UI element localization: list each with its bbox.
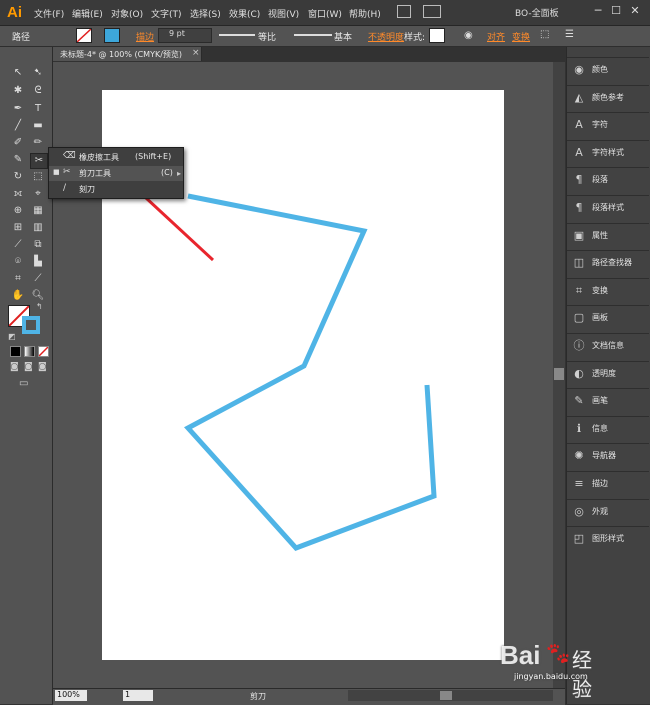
flyout-item-label: 刻刀 <box>79 185 95 194</box>
panel-separator <box>567 333 649 334</box>
panel-separator <box>567 416 649 417</box>
knife-icon: ∕ <box>63 183 67 193</box>
character-icon: A <box>575 118 583 131</box>
paw-icon: 🐾︎ <box>544 642 572 667</box>
panel-item-label: 外观 <box>592 507 608 516</box>
panel-item-label: 描边 <box>592 479 608 488</box>
zigzag-path[interactable] <box>184 193 437 551</box>
character-style-icon: A <box>575 146 583 159</box>
zoom-field[interactable]: 100% <box>55 690 87 701</box>
watermark-url: jingyan.baidu.com <box>514 672 588 681</box>
pathfinder-icon: ◫ <box>573 256 585 269</box>
panel-item-label: 颜色 <box>592 65 608 74</box>
eraser-tools-flyout: ⌫ 橡皮擦工具 (Shift+E) ■ ✂ 剪刀工具 (C) ∕ 刻刀 <box>48 147 184 199</box>
panel-item-label: 文档信息 <box>592 341 624 350</box>
panel-separator <box>567 278 649 279</box>
panel-item-stroke[interactable]: ≡ 描边 <box>570 475 646 497</box>
stroke-icon: ≡ <box>574 477 584 490</box>
horizontal-scroll-thumb[interactable] <box>440 691 452 700</box>
panel-separator <box>567 85 649 86</box>
panel-item-label: 信息 <box>592 424 608 433</box>
panel-item-label: 属性 <box>592 231 608 240</box>
flyout-item-label: 剪刀工具 <box>79 169 111 178</box>
current-tool-status: 剪刀 <box>250 692 266 701</box>
panel-item-label: 段落样式 <box>592 203 624 212</box>
panel-separator <box>567 57 649 58</box>
flyout-item-eraser[interactable]: ⌫ 橡皮擦工具 (Shift+E) <box>49 150 183 165</box>
brushes-icon: ✎ <box>574 394 584 407</box>
panel-separator <box>567 167 649 168</box>
selected-bullet-icon: ■ <box>53 168 60 176</box>
panel-item-appearance[interactable]: ◎ 外观 <box>570 503 646 525</box>
panel-separator <box>567 361 649 362</box>
panel-separator <box>567 443 649 444</box>
panel-item-transform[interactable]: ⌗ 变换 <box>570 282 646 304</box>
panel-separator <box>567 140 649 141</box>
panel-item-label: 颜色参考 <box>592 93 624 102</box>
panel-item-label: 图形样式 <box>592 534 624 543</box>
flyout-item-shortcut: (C) <box>161 168 173 177</box>
panel-item-label: 透明度 <box>592 369 616 378</box>
attributes-icon: ▣ <box>573 229 585 242</box>
panel-item-transparency[interactable]: ◐ 透明度 <box>570 365 646 387</box>
panel-item-paragraph[interactable]: ¶ 段落 <box>570 171 646 193</box>
panel-item-pathfinder[interactable]: ◫ 路径查找器 <box>570 254 646 276</box>
transform-icon: ⌗ <box>575 284 583 297</box>
appearance-icon: ◎ <box>574 505 584 518</box>
panel-separator <box>567 305 649 306</box>
transparency-icon: ◐ <box>574 367 584 380</box>
panel-separator <box>567 223 649 224</box>
document-info-icon: ⓘ <box>573 339 585 352</box>
navigator-icon: ✺ <box>574 449 584 462</box>
panel-item-label: 导航器 <box>592 451 616 460</box>
panel-separator <box>567 471 649 472</box>
panel-item-graphic-styles[interactable]: ◰ 图形样式 <box>570 530 646 552</box>
panel-item-label: 路径查找器 <box>592 258 632 267</box>
panel-item-label: 画笔 <box>592 396 608 405</box>
paragraph-style-icon: ¶ <box>575 201 583 214</box>
panel-item-paragraph-style[interactable]: ¶ 段落样式 <box>570 199 646 221</box>
panel-item-navigator[interactable]: ✺ 导航器 <box>570 447 646 469</box>
color-guide-icon: ◭ <box>574 91 584 104</box>
panel-item-character[interactable]: A 字符 <box>570 116 646 138</box>
panel-item-color-guide[interactable]: ◭ 颜色参考 <box>570 89 646 111</box>
panel-item-label: 字符 <box>592 120 608 129</box>
panel-item-info[interactable]: ℹ 信息 <box>570 420 646 442</box>
page-field[interactable]: 1 <box>123 690 153 701</box>
watermark-brand: Bai <box>500 640 541 670</box>
artboard-icon: ▢ <box>573 311 585 324</box>
panel-item-character-style[interactable]: A 字符样式 <box>570 144 646 166</box>
panel-item-artboard[interactable]: ▢ 画板 <box>570 309 646 331</box>
panel-item-label: 画板 <box>592 313 608 322</box>
scissors-icon: ✂ <box>63 167 71 177</box>
paragraph-icon: ¶ <box>575 173 583 186</box>
panel-item-label: 段落 <box>592 175 608 184</box>
panel-item-attributes[interactable]: ▣ 属性 <box>570 227 646 249</box>
panel-item-label: 字符样式 <box>592 148 624 157</box>
vertical-scroll-thumb[interactable] <box>554 368 564 380</box>
eraser-icon: ⌫ <box>63 151 76 161</box>
flyout-item-shortcut: (Shift+E) <box>135 152 172 161</box>
flyout-item-label: 橡皮擦工具 <box>79 153 119 162</box>
panel-item-brushes[interactable]: ✎ 画笔 <box>570 392 646 414</box>
color-icon: ◉ <box>574 63 584 76</box>
info-icon: ℹ <box>576 422 582 435</box>
panel-separator <box>567 499 649 500</box>
panel-item-color[interactable]: ◉ 颜色 <box>570 61 646 83</box>
flyout-item-knife[interactable]: ∕ 刻刀 <box>49 182 183 197</box>
graphic-styles-icon: ◰ <box>573 532 585 545</box>
panel-separator <box>567 526 649 527</box>
panel-separator <box>567 195 649 196</box>
panel-separator <box>567 250 649 251</box>
panel-separator <box>567 112 649 113</box>
flyout-item-scissors[interactable]: ■ ✂ 剪刀工具 (C) <box>49 166 183 181</box>
tearoff-arrow-icon[interactable]: ▸ <box>177 169 181 178</box>
panel-separator <box>567 388 649 389</box>
panel-item-label: 变换 <box>592 286 608 295</box>
panel-item-document-info[interactable]: ⓘ 文档信息 <box>570 337 646 359</box>
